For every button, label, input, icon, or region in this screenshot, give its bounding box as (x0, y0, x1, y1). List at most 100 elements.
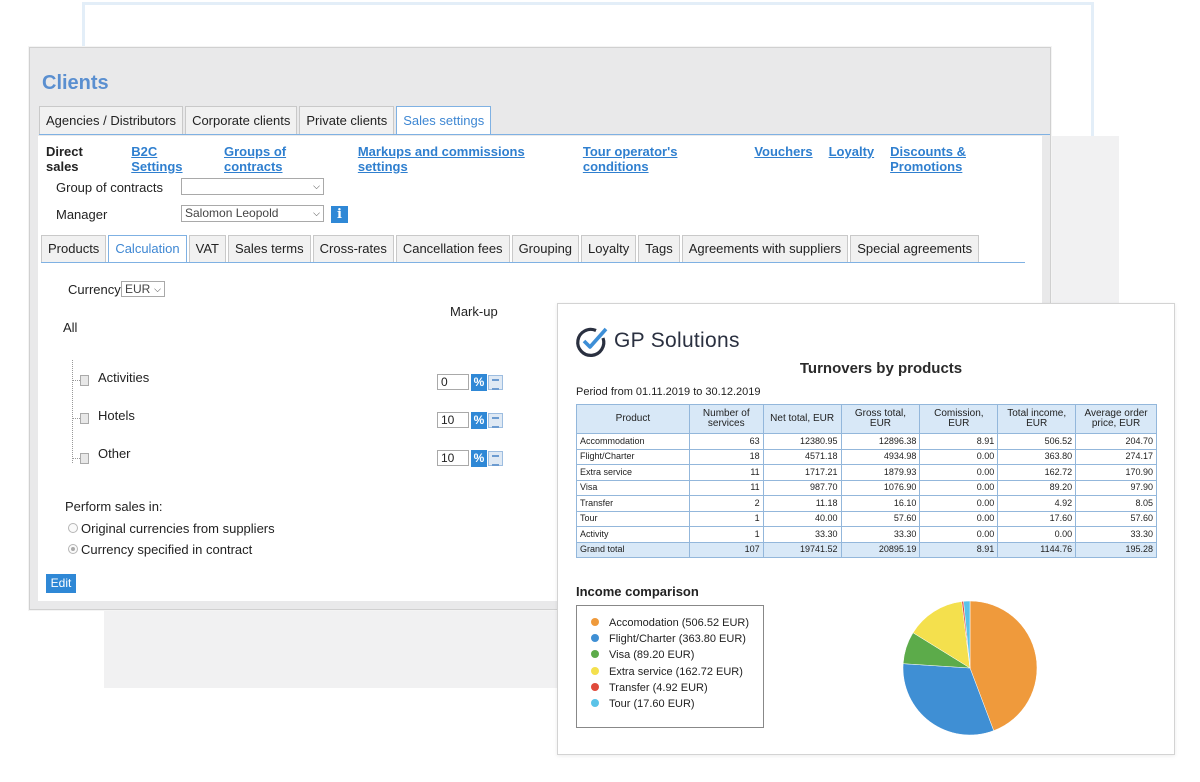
tab-vat[interactable]: VAT (188, 235, 226, 262)
hotels-markup-input[interactable]: 10 (437, 412, 469, 428)
radio-original-currencies[interactable] (68, 523, 78, 533)
table-cell: 0.00 (919, 479, 999, 496)
chart-legend: Accomodation (506.52 EUR) Flight/Charter … (576, 605, 764, 728)
brand-name: GP Solutions (614, 329, 740, 352)
column-header: Average order price, EUR (1075, 404, 1157, 434)
subnav-groups-of-contracts[interactable]: Groups of contracts (224, 144, 342, 174)
report-title: Turnovers by products (799, 360, 963, 377)
table-cell: Grand total (576, 541, 690, 558)
table-row: Extra service 11 1717.21 1879.93 0.00 162.72 1… (576, 464, 1157, 481)
table-cell: Accommodation (576, 433, 690, 450)
inner-tab-bar: Products Calculation VAT Sales terms Cro… (41, 235, 981, 262)
tab-agencies-distributors[interactable]: Agencies / Distributors (39, 106, 184, 134)
legend-item: Flight/Charter (363.80 EUR) (591, 633, 746, 645)
legend-label: Tour (17.60 EUR) (609, 698, 695, 710)
document-icon (80, 375, 89, 386)
table-row: Visa 11 987.70 1076.90 0.00 89.20 97.90 (576, 479, 1157, 496)
document-icon (80, 453, 89, 464)
tab-sales-settings[interactable]: Sales settings (396, 106, 492, 134)
percent-toggle-button[interactable]: % (471, 450, 487, 467)
tab-agreements-with-suppliers[interactable]: Agreements with suppliers (681, 235, 849, 262)
calculator-icon[interactable] (488, 375, 503, 390)
calculator-icon[interactable] (488, 451, 503, 466)
subnav-loyalty[interactable]: Loyalty (829, 144, 875, 174)
tab-corporate-clients[interactable]: Corporate clients (185, 106, 298, 134)
table-cell: 0.00 (919, 526, 999, 543)
table-cell: 19741.52 (762, 541, 842, 558)
edit-button[interactable]: Edit (46, 574, 76, 593)
subnav-direct-sales: Direct sales (46, 144, 83, 174)
group-of-contracts-select[interactable]: ⌵ (181, 178, 324, 195)
legend-swatch (591, 634, 599, 643)
table-cell: Transfer (576, 495, 690, 512)
table-cell: 89.20 (997, 479, 1077, 496)
tab-tags[interactable]: Tags (638, 235, 680, 262)
table-cell: 8.91 (919, 541, 999, 558)
radio-contract-currency-label: Currency specified in contract (81, 542, 253, 557)
legend-item: Accomodation (506.52 EUR) (591, 617, 749, 629)
currency-label: Currency (68, 282, 121, 297)
group-of-contracts-label: Group of contracts (56, 180, 163, 195)
radio-contract-currency[interactable] (68, 544, 78, 554)
gp-solutions-logo-icon (576, 327, 608, 357)
chevron-down-icon: ⌵ (313, 208, 320, 218)
subnav-discounts-promotions[interactable]: Discounts & Promotions (890, 144, 1034, 174)
table-cell: 2 (688, 495, 764, 512)
legend-item: Visa (89.20 EUR) (591, 649, 694, 661)
report-period: Period from 01.11.2019 to 30.12.2019 (576, 386, 761, 398)
tab-sales-terms[interactable]: Sales terms (228, 235, 311, 262)
tab-loyalty[interactable]: Loyalty (581, 235, 637, 262)
tab-cancellation-fees[interactable]: Cancellation fees (395, 235, 510, 262)
perform-sales-label: Perform sales in: (65, 499, 163, 514)
markup-column-header: Mark-up (450, 304, 498, 319)
table-cell: 57.60 (1075, 510, 1157, 527)
table-cell: 40.00 (762, 510, 842, 527)
table-cell: 987.70 (762, 479, 842, 496)
activities-markup-input[interactable]: 0 (437, 374, 469, 390)
table-total-row: Grand total 107 19741.52 20895.19 8.91 1144.7… (576, 541, 1157, 558)
table-cell: 204.70 (1075, 433, 1157, 450)
manager-select[interactable]: Salomon Leopold ⌵ (181, 205, 324, 222)
table-cell: 506.52 (997, 433, 1077, 450)
tab-calculation[interactable]: Calculation (108, 235, 187, 262)
turnover-table: Product Number of services Net total, EU… (576, 404, 1157, 558)
legend-label: Transfer (4.92 EUR) (609, 681, 708, 694)
table-cell: 195.28 (1075, 541, 1157, 558)
legend-item: Tour (17.60 EUR) (591, 698, 695, 710)
legend-item: Extra service (162.72 EUR) (591, 666, 743, 678)
radio-original-currencies-label: Original currencies from suppliers (81, 521, 275, 536)
tab-cross-rates[interactable]: Cross-rates (312, 235, 394, 262)
document-icon (80, 413, 89, 424)
percent-toggle-button[interactable]: % (471, 374, 487, 391)
chevron-down-icon: ⌵ (154, 284, 161, 294)
subnav-tour-operator-conditions[interactable]: Tour operator's conditions (583, 144, 738, 174)
table-cell: 170.90 (1075, 464, 1157, 481)
subnav-markups-commissions[interactable]: Markups and commissions settings (358, 144, 567, 174)
sales-settings-subnav: Direct sales B2C Settings Groups of cont… (46, 144, 1050, 174)
table-cell: 1 (688, 526, 764, 543)
table-cell: 4.92 (997, 495, 1077, 512)
tab-grouping[interactable]: Grouping (511, 235, 580, 262)
currency-select[interactable]: EUR ⌵ (121, 281, 165, 297)
table-cell: 33.30 (840, 526, 921, 543)
subnav-b2c-settings[interactable]: B2C Settings (131, 144, 208, 174)
tab-special-agreements[interactable]: Special agreements (850, 235, 980, 262)
table-cell: 1717.21 (762, 464, 842, 481)
table-cell: 8.05 (1075, 495, 1157, 512)
table-cell: 4934.98 (840, 448, 921, 465)
column-header: Gross total, EUR (840, 404, 921, 434)
currency-value: EUR (125, 282, 151, 296)
subnav-vouchers[interactable]: Vouchers (754, 144, 812, 174)
column-header: Number of services (688, 404, 764, 434)
income-pie-chart (902, 600, 1038, 736)
column-header: Total income, EUR (997, 404, 1077, 434)
calculator-icon[interactable] (488, 413, 503, 428)
tab-private-clients[interactable]: Private clients (299, 106, 395, 134)
percent-toggle-button[interactable]: % (471, 412, 487, 429)
legend-swatch (591, 618, 599, 626)
info-icon[interactable]: i (331, 206, 348, 223)
tab-products[interactable]: Products (41, 235, 107, 262)
table-cell: 20895.19 (840, 541, 921, 558)
other-markup-input[interactable]: 10 (437, 450, 469, 466)
manager-label: Manager (56, 207, 108, 222)
